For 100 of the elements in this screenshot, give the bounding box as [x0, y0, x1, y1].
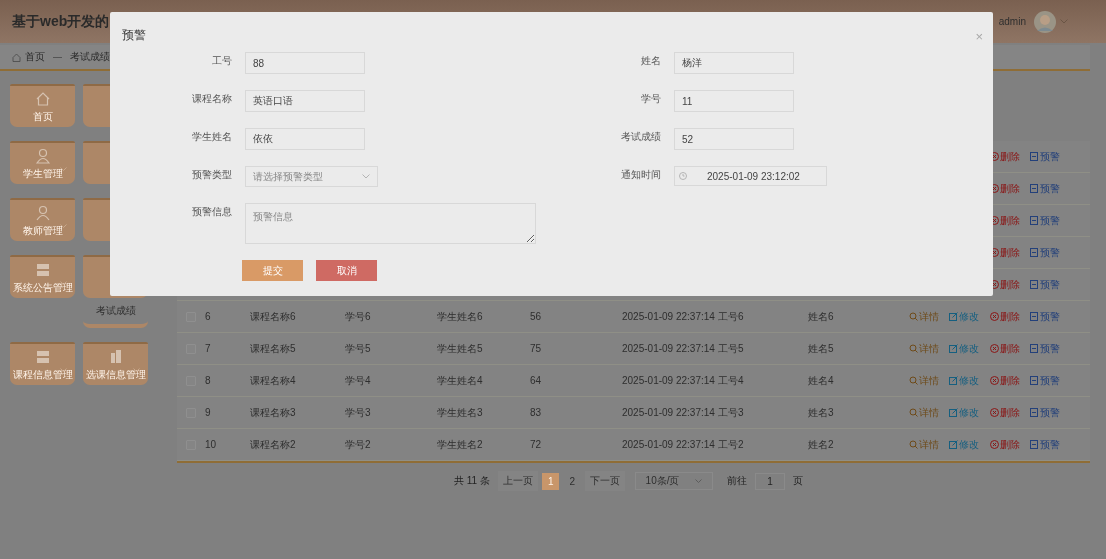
- table-cell: 课程名称3: [250, 406, 296, 418]
- input-field[interactable]: 11: [674, 90, 794, 112]
- action-link[interactable]: 预警: [1030, 277, 1070, 292]
- action-link[interactable]: 预警: [1030, 309, 1070, 324]
- action-link[interactable]: 详情: [909, 341, 949, 356]
- action-link[interactable]: 预警: [1030, 341, 1070, 356]
- action-link[interactable]: 修改: [949, 373, 990, 388]
- action-link[interactable]: 删除: [990, 309, 1030, 324]
- action-link[interactable]: 预警: [1030, 245, 1070, 260]
- document-icon: [1030, 184, 1039, 193]
- table-cell: 课程名称2: [250, 438, 296, 450]
- action-link[interactable]: 修改: [949, 341, 990, 356]
- table-cell: 姓名6: [808, 310, 834, 322]
- action-link[interactable]: 修改: [949, 309, 990, 324]
- table-cell: 课程名称4: [250, 374, 296, 386]
- action-link[interactable]: 预警: [1030, 437, 1070, 452]
- page-number[interactable]: 1: [541, 472, 560, 490]
- menu-tile[interactable]: 系统公告管理: [10, 255, 75, 298]
- table-cell: 学生姓名4: [437, 374, 483, 386]
- site-title: 基于web开发的: [12, 12, 110, 31]
- table-cell: 83: [530, 407, 542, 418]
- text-area[interactable]: 预警信息: [245, 203, 536, 244]
- document-icon: [1030, 216, 1039, 225]
- action-link[interactable]: 预警: [1030, 373, 1070, 388]
- table-cell: 学生姓名2: [437, 438, 483, 450]
- table-cell: 学生姓名3: [437, 406, 483, 418]
- action-link[interactable]: 详情: [909, 373, 949, 388]
- menu-tile[interactable]: 学生管理: [10, 141, 75, 184]
- page-input[interactable]: 1: [755, 472, 786, 490]
- breadcrumb-link[interactable]: 考试成绩: [70, 50, 110, 64]
- menu-tile[interactable]: 教师管理: [10, 198, 75, 241]
- edit-icon: [949, 440, 958, 449]
- action-link[interactable]: 详情: [909, 309, 949, 324]
- select-field[interactable]: 请选择预警类型: [245, 166, 378, 187]
- input-field[interactable]: 杨洋: [674, 52, 794, 74]
- input-field[interactable]: 52: [674, 128, 794, 150]
- document-icon: [1030, 280, 1039, 289]
- document-icon: [1030, 440, 1039, 449]
- page-number[interactable]: 2: [563, 472, 582, 490]
- chevron-down-icon: [695, 479, 703, 483]
- table-cell: 工号6: [718, 310, 744, 322]
- table-cell: 2025-01-09 22:37:14: [622, 375, 715, 386]
- total-count: 共 11 条: [453, 474, 490, 488]
- clock-icon: [679, 172, 687, 180]
- table-cell: 姓名3: [808, 406, 834, 418]
- action-link[interactable]: 删除: [990, 373, 1030, 388]
- field-label: 预警类型: [191, 168, 233, 182]
- table-cell: 学号4: [345, 374, 371, 386]
- action-link[interactable]: 预警: [1030, 213, 1070, 228]
- action-link[interactable]: 预警: [1030, 405, 1070, 420]
- breadcrumb-link[interactable]: 首页: [25, 50, 45, 64]
- page-unit-label: 页: [793, 474, 804, 488]
- table-cell: 学号2: [345, 438, 371, 450]
- field-label: 课程名称: [191, 92, 233, 106]
- close-circle-icon: [990, 408, 999, 417]
- close-button[interactable]: ×: [975, 28, 983, 44]
- page-size-select[interactable]: 10条/页: [635, 472, 714, 490]
- table-cell: 姓名2: [808, 438, 834, 450]
- action-link[interactable]: 删除: [990, 437, 1030, 452]
- avatar-icon: [1034, 10, 1056, 33]
- menu-tile[interactable]: 首页: [10, 84, 75, 127]
- document-icon: [1030, 344, 1039, 353]
- action-link[interactable]: 预警: [1030, 149, 1070, 164]
- table-cell: 7: [205, 343, 211, 354]
- document-icon: [1030, 152, 1039, 161]
- menu-tile[interactable]: 课程信息管理: [10, 342, 75, 385]
- action-link[interactable]: 预警: [1030, 181, 1070, 196]
- close-circle-icon: [990, 440, 999, 449]
- edit-icon: [949, 344, 958, 353]
- table-cell: 工号4: [718, 374, 744, 386]
- table-cell: 75: [530, 343, 542, 354]
- input-field[interactable]: 88: [245, 52, 365, 74]
- field-label: 考试成绩: [620, 130, 662, 144]
- input-field[interactable]: 英语口语: [245, 90, 365, 112]
- menu-tile[interactable]: 选课信息管理: [83, 342, 148, 385]
- action-link[interactable]: 详情: [909, 405, 949, 420]
- table-cell: 课程名称5: [250, 342, 296, 354]
- submenu-item[interactable]: 考试成绩: [95, 304, 136, 318]
- search-icon: [909, 376, 918, 385]
- document-icon: [1030, 408, 1039, 417]
- table-cell: 9: [205, 407, 211, 418]
- close-circle-icon: [990, 312, 999, 321]
- input-field[interactable]: 依依: [245, 128, 365, 150]
- table-cell: 工号3: [718, 406, 744, 418]
- action-link[interactable]: 详情: [909, 437, 949, 452]
- action-link[interactable]: 修改: [949, 405, 990, 420]
- field-label: 学生姓名: [191, 130, 233, 144]
- submit-button[interactable]: 提交: [242, 260, 303, 281]
- chevron-down-icon: [1060, 19, 1068, 24]
- action-link[interactable]: 修改: [949, 437, 990, 452]
- action-link[interactable]: 删除: [990, 405, 1030, 420]
- datetime-field[interactable]: 2025-01-09 23:12:02: [674, 166, 827, 186]
- table-cell: 2025-01-09 22:37:14: [622, 343, 715, 354]
- table-cell: 课程名称6: [250, 310, 296, 322]
- table-cell: 10: [205, 439, 217, 450]
- action-link[interactable]: 删除: [990, 341, 1030, 356]
- field-label: 姓名: [640, 54, 662, 68]
- cancel-button[interactable]: 取消: [316, 260, 377, 281]
- home-icon: [12, 52, 21, 62]
- table-cell: 学号5: [345, 342, 371, 354]
